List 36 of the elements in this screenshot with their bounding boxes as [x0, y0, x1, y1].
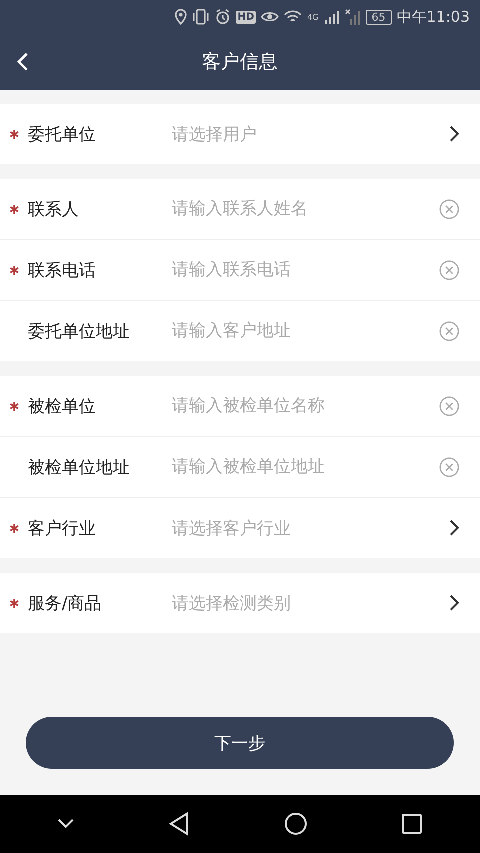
- next-button[interactable]: 下一步: [26, 717, 454, 769]
- input-field[interactable]: 请输入联系人姓名: [172, 199, 439, 219]
- input-field[interactable]: 请输入客户地址: [172, 321, 439, 341]
- recents-icon[interactable]: [401, 813, 424, 835]
- chevron-down-icon[interactable]: [56, 818, 75, 830]
- battery-indicator: 65: [366, 10, 392, 24]
- chevron-right-icon[interactable]: [448, 519, 460, 537]
- field-label: 被检单位地址: [28, 456, 131, 478]
- signal-icon: [324, 10, 340, 24]
- select-field[interactable]: 请选择用户: [172, 122, 448, 146]
- vibrate-icon: [192, 9, 210, 25]
- input-field[interactable]: 请输入被检单位名称: [172, 396, 439, 416]
- field-label: 客户行业: [28, 518, 97, 540]
- select-field[interactable]: 请选择检测类别: [172, 592, 448, 614]
- field-label: 联系电话: [28, 260, 97, 282]
- status-time: 中午11:03: [396, 8, 470, 26]
- chevron-right-icon[interactable]: [448, 125, 460, 143]
- input-field[interactable]: 请输入联系电话: [172, 260, 439, 280]
- input-field[interactable]: 请输入被检单位地址: [172, 457, 439, 477]
- back-icon[interactable]: [168, 812, 190, 836]
- hd-badge: HD: [236, 10, 256, 24]
- location-icon: [174, 9, 187, 25]
- chevron-right-icon[interactable]: [448, 594, 460, 612]
- home-icon[interactable]: [284, 812, 308, 836]
- eye-icon: [261, 10, 280, 24]
- select-field[interactable]: 请选择客户行业: [172, 516, 448, 540]
- field-label: 委托单位: [28, 124, 97, 146]
- field-label: 联系人: [28, 198, 80, 220]
- no-signal-icon: [344, 9, 361, 25]
- wifi-icon: [284, 10, 302, 24]
- network-label: 4G: [307, 12, 319, 22]
- field-label: 委托单位地址: [28, 320, 131, 342]
- field-label: 被检单位: [28, 396, 97, 418]
- page-title: 客户信息: [202, 50, 278, 75]
- field-label: 服务/商品: [28, 592, 103, 614]
- alarm-icon: [214, 9, 231, 25]
